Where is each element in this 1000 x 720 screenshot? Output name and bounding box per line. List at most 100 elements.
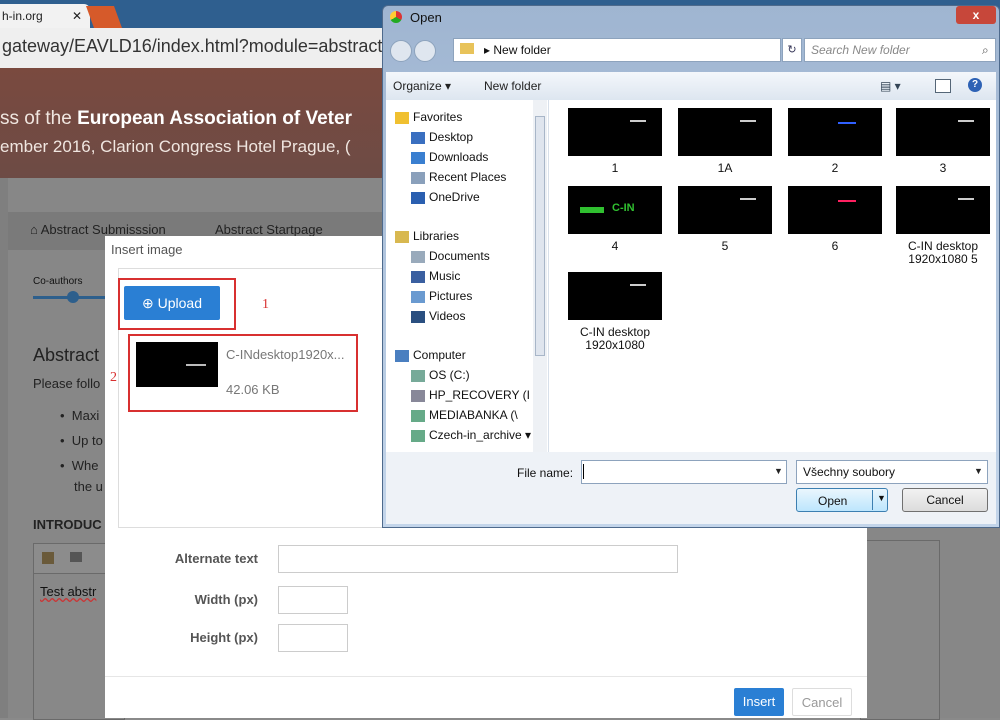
forward-icon[interactable] (414, 40, 436, 62)
nav-item-label: Documents (429, 249, 490, 263)
nav-item[interactable]: Pictures (411, 289, 472, 303)
nav-item[interactable]: Czech-in_archive ▾ (411, 428, 531, 442)
introduction-heading: INTRODUC (33, 517, 102, 532)
file-thumbnail-label: 6 (831, 239, 839, 253)
nav-item[interactable]: Desktop (411, 130, 473, 144)
file-thumbnail-label: 5 (721, 239, 729, 253)
chevron-down-icon[interactable]: ▼ (974, 466, 983, 476)
open-dropdown-icon[interactable]: ▼ (877, 493, 886, 503)
file-thumbnail-label: 3 (939, 161, 947, 175)
nav-buttons (390, 40, 438, 62)
paste-icon[interactable] (42, 552, 54, 564)
instruction-bullet-cont: the u (74, 479, 103, 494)
arrow-icon (630, 284, 646, 286)
file-thumbnail-label: 2 (831, 161, 839, 175)
preview-pane-icon[interactable] (935, 79, 951, 93)
nav-item-label: Pictures (429, 289, 473, 303)
nav-item-label: MEDIABANKA (\ (429, 408, 518, 422)
url-text[interactable]: gateway/EAVLD16/index.html?module=abstra… (2, 36, 411, 57)
alt-text-input[interactable] (278, 545, 678, 573)
onedrive-icon (411, 191, 425, 204)
open-split-divider (872, 490, 873, 510)
views-icon[interactable]: ▤ ▾ (880, 79, 901, 93)
nav-item[interactable]: OneDrive (411, 190, 480, 204)
height-input[interactable] (278, 624, 348, 652)
insert-image-title: Insert image (111, 242, 183, 257)
home-icon: ⌂ (30, 222, 41, 237)
text-caret (583, 464, 584, 479)
close-button[interactable]: x (956, 6, 996, 24)
progress-step-label: Co-authors (33, 276, 83, 287)
image-icon[interactable] (70, 552, 82, 562)
annotation-box-1 (118, 278, 236, 330)
nav-item[interactable]: Documents (411, 249, 490, 263)
arrow-icon (630, 120, 646, 122)
file-thumbnail-item[interactable]: 3 (895, 108, 991, 175)
path-bar[interactable]: ▸ New folder (453, 38, 781, 62)
nav-item[interactable]: Downloads (411, 150, 488, 164)
videos-icon (411, 310, 425, 323)
nav-item[interactable]: Recent Places (411, 170, 506, 184)
drive-icon (411, 389, 425, 402)
nav-scrollbar-thumb[interactable] (535, 116, 545, 356)
help-icon[interactable]: ? (968, 78, 982, 92)
file-thumbnail-item[interactable]: 5 (677, 186, 773, 253)
file-thumbnail-label: C-IN desktop 1920x1080 (579, 325, 651, 352)
folder-icon (460, 43, 474, 54)
recent-places-icon (411, 171, 425, 184)
back-icon[interactable] (390, 40, 412, 62)
nav-item[interactable]: OS (C:) (411, 368, 470, 382)
network-drive-icon (411, 409, 425, 422)
file-thumbnail-label: C-IN desktop 1920x1080 5 (907, 239, 979, 266)
file-thumbnail-label: 4 (611, 239, 619, 253)
abstract-heading: Abstract (33, 345, 100, 365)
file-thumbnail-item[interactable]: 2 (787, 108, 883, 175)
width-input[interactable] (278, 586, 348, 614)
new-folder-button[interactable]: New folder (484, 79, 541, 93)
nav-item-label: Czech-in_archive ▾ (429, 428, 532, 442)
breadcrumb-abstract-submission[interactable]: ⌂ Abstract Submisssion (30, 222, 166, 237)
nav-item[interactable]: Favorites (395, 110, 462, 124)
instruction-bullet: • Up to (60, 433, 103, 448)
nav-item[interactable]: Videos (411, 309, 465, 323)
nav-item-label: Computer (413, 348, 466, 362)
browser-tab[interactable]: h-in.org ✕ (0, 4, 90, 28)
file-name-label: File name: (517, 466, 574, 480)
file-thumbnail-item[interactable]: 1A (677, 108, 773, 175)
arrow-icon (580, 207, 604, 213)
arrow-icon (740, 198, 756, 200)
file-type-select[interactable]: Všechny soubory (796, 460, 988, 484)
chevron-down-icon[interactable]: ▼ (774, 466, 783, 476)
nav-item[interactable]: HP_RECOVERY (I (411, 388, 530, 402)
desktop-icon (411, 131, 425, 144)
tab-close-icon[interactable]: ✕ (72, 4, 82, 28)
refresh-icon[interactable]: ↻ (782, 38, 802, 62)
progress-check-icon (67, 291, 79, 303)
nav-item[interactable]: MEDIABANKA (\ (411, 408, 518, 422)
breadcrumb-abstract-startpage[interactable]: Abstract Startpage (215, 222, 323, 237)
file-thumbnail-item[interactable]: C-IN desktop 1920x1080 5 (895, 186, 991, 266)
height-label: Height (px) (190, 630, 258, 645)
libraries-icon (395, 230, 409, 243)
banner-title: ss of the European Association of Veter (0, 108, 352, 129)
file-thumbnail-label: 1A (717, 161, 733, 175)
nav-item-label: OS (C:) (429, 368, 470, 382)
drive-icon (411, 369, 425, 382)
file-thumbnail-item[interactable]: 1 (567, 108, 663, 175)
thumbnail-arrow-icon (186, 364, 206, 366)
nav-item[interactable]: Music (411, 269, 460, 283)
dialog-toolbar (386, 72, 996, 101)
file-name-input[interactable] (581, 460, 787, 484)
nav-item[interactable]: Computer (395, 348, 466, 362)
file-thumbnail-item[interactable]: C-IN 4 (567, 186, 663, 253)
cancel-open-button[interactable]: Cancel (902, 488, 988, 512)
search-input[interactable]: Search New folder (804, 38, 996, 62)
file-thumbnail-item[interactable]: 6 (787, 186, 883, 253)
insert-button[interactable]: Insert (734, 688, 784, 716)
cancel-button[interactable]: Cancel (792, 688, 852, 716)
nav-item[interactable]: Libraries (395, 229, 459, 243)
file-thumbnail-item[interactable]: C-IN desktop 1920x1080 (567, 272, 663, 352)
file-thumbnail-image (788, 108, 882, 156)
organize-menu[interactable]: Organize ▾ (393, 79, 451, 93)
file-thumbnail-image (678, 108, 772, 156)
